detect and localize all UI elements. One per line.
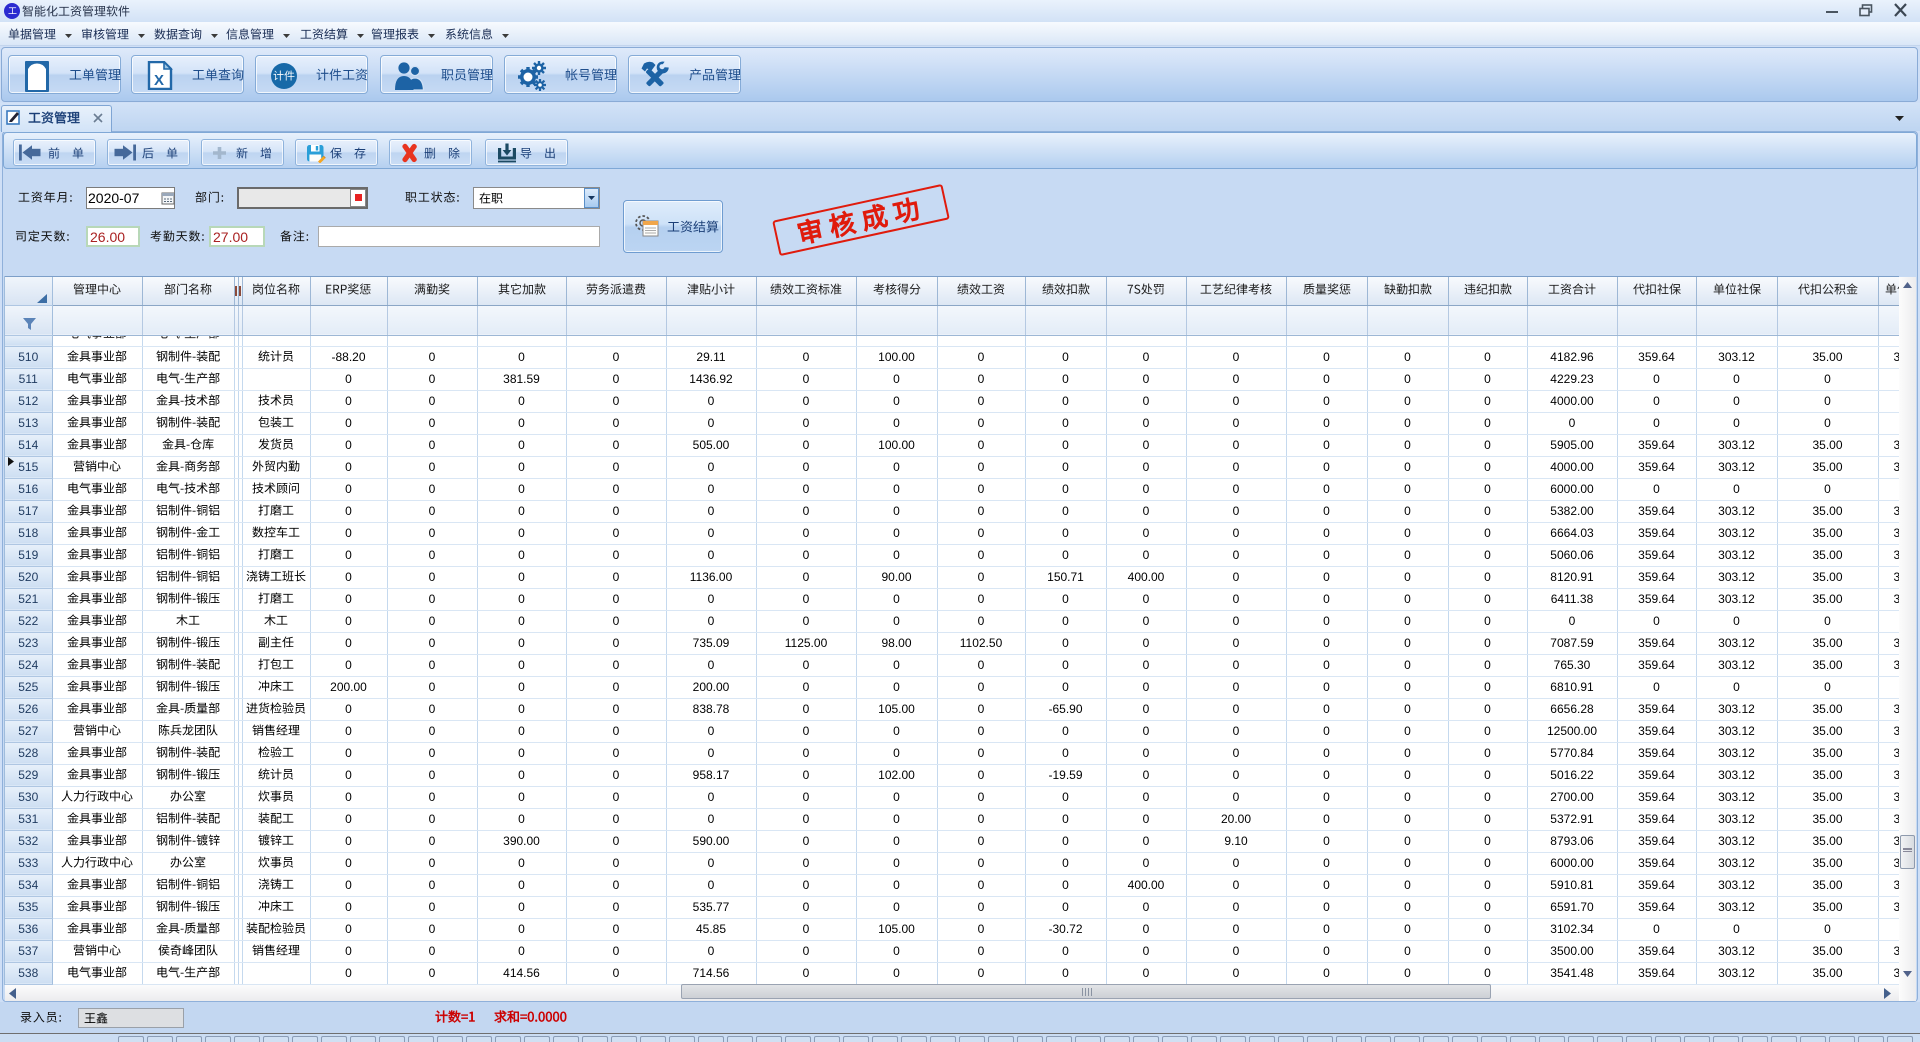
svg-text:X: X xyxy=(154,72,164,89)
